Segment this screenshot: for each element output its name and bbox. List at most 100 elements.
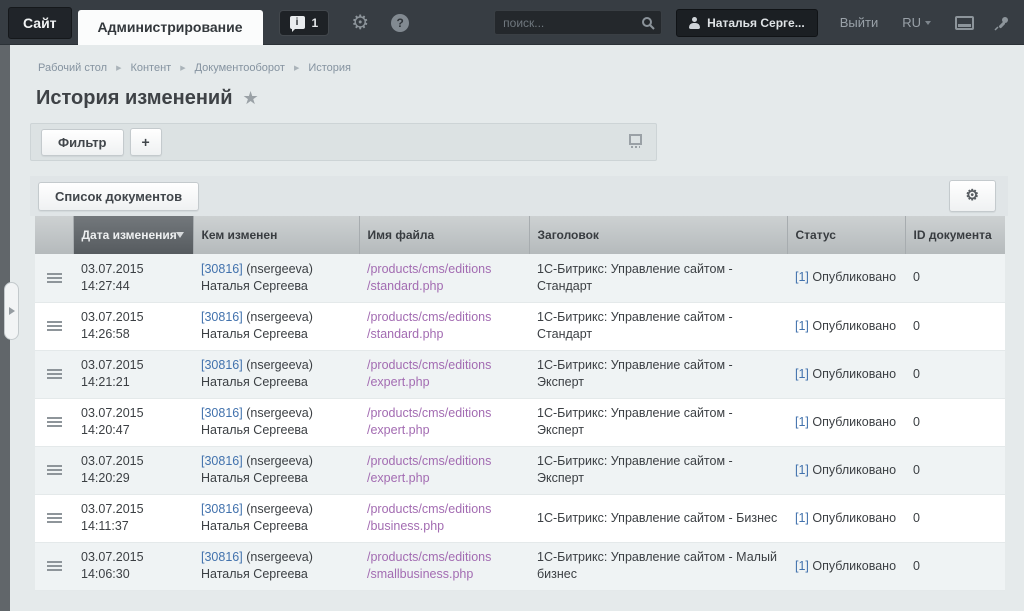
documents-grid: Список документов ⚙ Дата изменения Кем и… <box>30 176 1008 591</box>
user-login: (nsergeeva) <box>246 454 313 468</box>
document-list-tab[interactable]: Список документов <box>38 182 199 211</box>
breadcrumb-separator-icon: ▶ <box>180 64 185 72</box>
menu-collapse-toggle[interactable] <box>4 282 19 340</box>
settings-gear-icon[interactable]: ⚙ <box>351 13 369 33</box>
status-id: [1] <box>795 463 809 477</box>
history-table: Дата изменения Кем изменен Имя файла Заг… <box>35 216 1005 591</box>
tab-administration[interactable]: Администрирование <box>78 10 263 45</box>
filter-button[interactable]: Фильтр <box>41 129 124 156</box>
change-time: 14:20:47 <box>81 422 185 439</box>
row-menu-icon[interactable] <box>47 513 62 523</box>
search-input[interactable] <box>503 16 641 30</box>
file-path-link[interactable]: /products/cms/editions <box>367 309 521 326</box>
column-header-id[interactable]: ID документа <box>905 216 1005 254</box>
notifications-button[interactable]: i 1 <box>279 10 330 36</box>
row-menu-icon[interactable] <box>47 417 62 427</box>
user-id-link[interactable]: [30816] <box>201 502 243 516</box>
breadcrumb-history[interactable]: История <box>308 62 351 74</box>
status-id: [1] <box>795 270 809 284</box>
add-filter-button[interactable]: + <box>130 128 162 156</box>
column-label: Дата изменения <box>82 228 177 242</box>
column-header-title[interactable]: Заголовок <box>529 216 787 254</box>
search-icon[interactable] <box>641 16 655 30</box>
column-header-status[interactable]: Статус <box>787 216 905 254</box>
row-menu-icon[interactable] <box>47 561 62 571</box>
hotkeys-panel-icon[interactable] <box>955 16 974 30</box>
logout-link[interactable]: Выйти <box>840 15 879 30</box>
row-menu-icon[interactable] <box>47 369 62 379</box>
user-id-link[interactable]: [30816] <box>201 262 243 276</box>
row-menu-cell <box>35 398 73 446</box>
user-login: (nsergeeva) <box>246 310 313 324</box>
user-login: (nsergeeva) <box>246 502 313 516</box>
user-id-link[interactable]: [30816] <box>201 358 243 372</box>
doc-id-cell: 0 <box>905 254 1005 302</box>
grid-settings-button[interactable]: ⚙ <box>949 180 996 212</box>
favorite-star-icon[interactable]: ★ <box>243 88 259 109</box>
sort-desc-icon <box>176 232 184 242</box>
pin-icon[interactable] <box>994 15 1010 31</box>
row-menu-icon[interactable] <box>47 273 62 283</box>
breadcrumb-content[interactable]: Контент <box>130 62 171 74</box>
user-id-link[interactable]: [30816] <box>201 310 243 324</box>
row-menu-icon[interactable] <box>47 321 62 331</box>
doc-id-cell: 0 <box>905 542 1005 590</box>
user-fullname: Наталья Сергеева <box>201 470 351 487</box>
doc-id-cell: 0 <box>905 494 1005 542</box>
change-time: 14:21:21 <box>81 374 185 391</box>
breadcrumb: Рабочий стол ▶ Контент ▶ Документооборот… <box>30 45 1024 74</box>
user-fullname: Наталья Сергеева <box>201 422 351 439</box>
breadcrumb-workflow[interactable]: Документооборот <box>195 62 285 74</box>
file-path-link[interactable]: /products/cms/editions <box>367 549 521 566</box>
file-name-link[interactable]: /standard.php <box>367 278 521 295</box>
file-path-link[interactable]: /products/cms/editions <box>367 261 521 278</box>
table-body: 03.07.2015 14:27:44 [30816] (nsergeeva) … <box>35 254 1005 590</box>
file-path-link[interactable]: /products/cms/editions <box>367 453 521 470</box>
file-name-link[interactable]: /expert.php <box>367 374 521 391</box>
column-header-user[interactable]: Кем изменен <box>193 216 359 254</box>
status-cell: [1] Опубликовано <box>787 494 905 542</box>
file-name-link[interactable]: /expert.php <box>367 470 521 487</box>
user-menu-button[interactable]: Наталья Серге... <box>676 9 818 37</box>
grid-toolbar: Список документов ⚙ <box>30 176 1008 216</box>
change-date: 03.07.2015 <box>81 405 185 422</box>
table-row: 03.07.2015 14:11:37 [30816] (nsergeeva) … <box>35 494 1005 542</box>
doc-id-cell: 0 <box>905 446 1005 494</box>
file-path-link[interactable]: /products/cms/editions <box>367 405 521 422</box>
chevron-down-icon <box>925 21 931 28</box>
user-id-link[interactable]: [30816] <box>201 454 243 468</box>
row-menu-icon[interactable] <box>47 465 62 475</box>
title-cell: 1С-Битрикс: Управление сайтом - Бизнес <box>529 494 787 542</box>
file-path-link[interactable]: /products/cms/editions <box>367 501 521 518</box>
column-header-file[interactable]: Имя файла <box>359 216 529 254</box>
file-name-link[interactable]: /business.php <box>367 518 521 535</box>
user-cell: [30816] (nsergeeva) Наталья Сергеева <box>193 398 359 446</box>
user-cell: [30816] (nsergeeva) Наталья Сергеева <box>193 302 359 350</box>
file-path-link[interactable]: /products/cms/editions <box>367 357 521 374</box>
file-name-link[interactable]: /standard.php <box>367 326 521 343</box>
date-cell: 03.07.2015 14:26:58 <box>73 302 193 350</box>
help-icon[interactable]: ? <box>391 14 409 32</box>
doc-id-cell: 0 <box>905 398 1005 446</box>
column-header-date[interactable]: Дата изменения <box>73 216 193 254</box>
main-content: Рабочий стол ▶ Контент ▶ Документооборот… <box>30 45 1024 611</box>
file-name-link[interactable]: /expert.php <box>367 422 521 439</box>
user-id-link[interactable]: [30816] <box>201 406 243 420</box>
status-cell: [1] Опубликовано <box>787 446 905 494</box>
tab-site[interactable]: Сайт <box>8 7 72 39</box>
table-row: 03.07.2015 14:06:30 [30816] (nsergeeva) … <box>35 542 1005 590</box>
change-date: 03.07.2015 <box>81 501 185 518</box>
table-header-row: Дата изменения Кем изменен Имя файла Заг… <box>35 216 1005 254</box>
change-time: 14:27:44 <box>81 278 185 295</box>
breadcrumb-separator-icon: ▶ <box>294 64 299 72</box>
breadcrumb-desktop[interactable]: Рабочий стол <box>38 62 107 74</box>
language-selector[interactable]: RU <box>902 15 931 30</box>
change-date: 03.07.2015 <box>81 549 185 566</box>
user-id-link[interactable]: [30816] <box>201 550 243 564</box>
file-name-link[interactable]: /smallbusiness.php <box>367 566 521 583</box>
notification-count: 1 <box>312 16 319 30</box>
status-text: Опубликовано <box>812 559 896 573</box>
status-cell: [1] Опубликовано <box>787 350 905 398</box>
filter-settings-icon[interactable] <box>629 134 642 145</box>
status-text: Опубликовано <box>812 270 896 284</box>
